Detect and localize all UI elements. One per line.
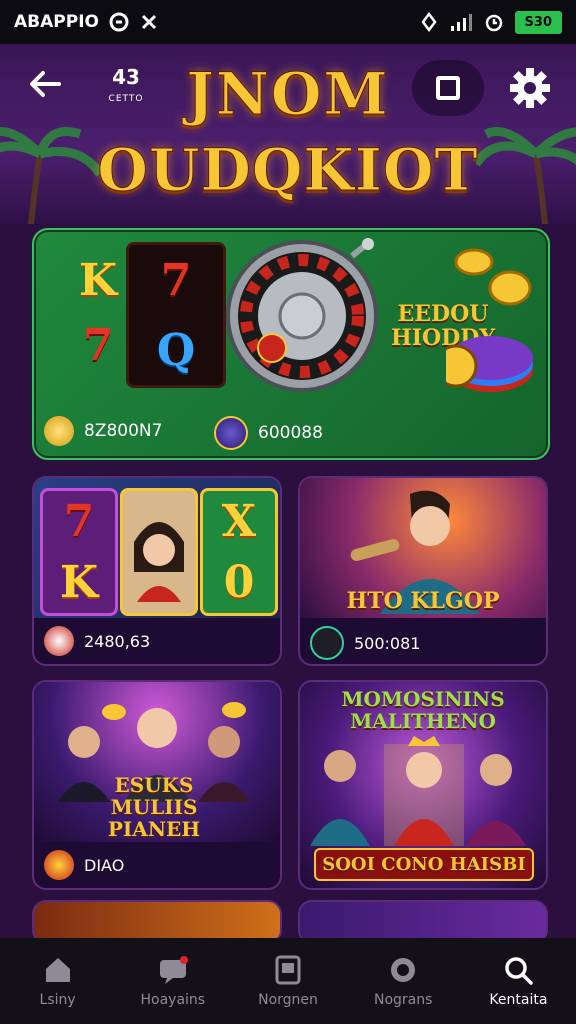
slot-reel: 7 Q	[126, 242, 226, 388]
chart-icon	[310, 626, 344, 660]
character-portrait	[120, 488, 198, 616]
nav-label: Lsiny	[39, 992, 76, 1008]
card-info: 500:081	[310, 626, 420, 660]
page-title-line1: JNOM	[186, 60, 390, 129]
card-value: DIAO	[84, 855, 125, 875]
alarm-icon	[485, 14, 502, 32]
nav-label: Norgnen	[258, 992, 318, 1008]
card-caption-top: MOMOSININS MALITHENO	[341, 687, 505, 733]
nav-item-rewards[interactable]: Nograns	[346, 938, 461, 1024]
slot-symbol: 7	[63, 496, 95, 547]
gear-icon	[510, 68, 550, 108]
slot-symbol: 7	[160, 254, 192, 306]
slot-symbol: X	[221, 496, 257, 547]
bottom-nav: Lsiny Hoayains Norgnen Nograns Kentaita	[0, 938, 576, 1024]
nav-item-messages[interactable]: Hoayains	[115, 938, 230, 1024]
settings-button[interactable]	[504, 62, 556, 114]
dice-icon	[44, 626, 74, 656]
game-card-slots[interactable]: 7 K X 0 2480,63	[32, 476, 282, 666]
badge-a-icon	[44, 850, 74, 880]
nav-label: Kentaita	[489, 992, 548, 1008]
slot-symbol: K	[59, 557, 99, 608]
card-caption: HTO KLGOP	[346, 588, 500, 614]
status-app-label: ABAPPIO	[14, 12, 99, 32]
battery-indicator: S30	[514, 10, 562, 34]
game-art: HTO KLGOP	[300, 478, 546, 618]
app-circle-icon	[109, 12, 129, 32]
slot-symbol: 0	[223, 557, 255, 608]
stat-coins: 8Z800N7	[44, 416, 162, 446]
coin-icon	[454, 248, 532, 306]
stat-coins-value: 8Z800N7	[84, 421, 163, 441]
chat-icon	[159, 956, 188, 984]
card-info: DIAO	[44, 850, 124, 880]
page-title-line2: OUDQKIOT	[97, 136, 479, 205]
game-art: ESUKS MULIIS PIANEH	[34, 682, 280, 842]
badge-icon	[391, 958, 416, 982]
game-art: MOMOSININS MALITHENO SOOI CONO HAISBI	[300, 682, 546, 888]
character-face-icon	[134, 522, 184, 602]
characters-illustration	[310, 736, 526, 846]
nav-item-games[interactable]: Norgnen	[230, 938, 345, 1024]
chip-stack-icon	[446, 336, 533, 392]
home-icon	[45, 958, 70, 982]
tablet-icon	[275, 955, 301, 985]
game-art: 7 K X 0	[34, 478, 280, 618]
chip-icon	[214, 416, 248, 450]
square-icon	[436, 76, 460, 100]
featured-banner[interactable]: K 7 7 Q EEDOU HIODDY 8Z800N7 600088	[32, 228, 550, 460]
card-value: 2480,63	[84, 631, 151, 651]
card-value: 500:081	[354, 633, 421, 653]
stat-players-value: 600088	[258, 423, 323, 443]
game-card-casino[interactable]: MOMOSININS MALITHENO SOOI CONO HAISBI	[298, 680, 548, 890]
vibrate-icon	[420, 12, 437, 32]
game-card-poker[interactable]: HTO KLGOP 500:081	[298, 476, 548, 666]
slot-symbol: 7	[82, 320, 114, 371]
card-info: 2480,63	[44, 626, 150, 656]
game-card-multiplayer[interactable]: ESUKS MULIIS PIANEH DIAO	[32, 680, 282, 890]
stop-button[interactable]	[412, 60, 484, 116]
slot-reel: X 0	[200, 488, 278, 616]
nav-label: Nograns	[373, 992, 433, 1008]
slot-symbol: K	[78, 255, 118, 306]
signal-icon	[450, 14, 472, 31]
slot-reel: 7 K	[40, 488, 118, 616]
slot-symbol: Q	[156, 324, 196, 376]
header: 43 CETTO JNOM OUDQKIOT	[0, 44, 576, 224]
nav-label: Hoayains	[140, 992, 206, 1008]
roulette-wheel-icon	[226, 238, 378, 392]
stat-players: 600088	[214, 416, 323, 450]
nav-item-search[interactable]: Kentaita	[461, 938, 576, 1024]
nav-item-home[interactable]: Lsiny	[0, 938, 115, 1024]
slot-reel: K 7	[62, 248, 134, 378]
app-puzzle-icon	[141, 14, 157, 30]
star-coin-icon	[44, 416, 74, 446]
status-bar: ABAPPIO S30	[0, 0, 576, 44]
search-icon	[505, 957, 534, 985]
card-caption: ESUKS MULIIS PIANEH	[107, 773, 201, 841]
card-caption-bottom: SOOI CONO HAISBI	[314, 848, 534, 881]
